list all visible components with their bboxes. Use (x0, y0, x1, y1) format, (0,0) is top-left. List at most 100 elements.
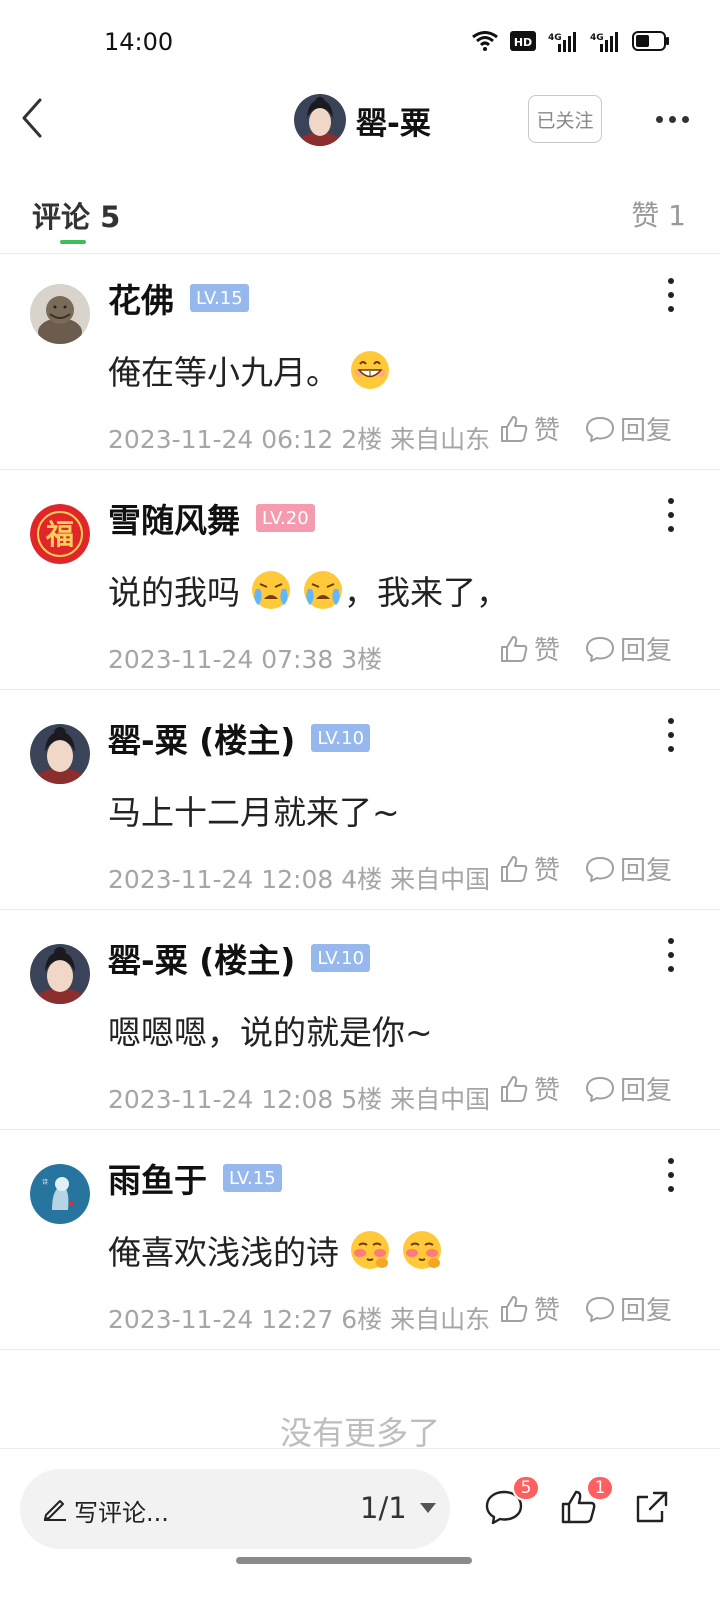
comment-text: 说的我吗 ，我来了， (108, 566, 509, 614)
comment-floor: 4楼 (341, 865, 383, 894)
like-label: 赞 (534, 1296, 561, 1326)
username[interactable]: 罂-粟 (楼主) (108, 934, 295, 982)
thumb-up-icon (501, 855, 528, 882)
status-icons: HD 4G 4G (472, 30, 670, 52)
comment-more-icon[interactable] (664, 278, 678, 312)
tab-likes-count: 1 (668, 199, 686, 232)
comment-more-icon[interactable] (664, 718, 678, 752)
bottom-bar: 写评论... 1/1 5 1 (0, 1448, 720, 1600)
comment-meta: 2023-11-24 06:12 2楼 来自山东 (108, 420, 490, 456)
page-indicator[interactable]: 1/1 (360, 1491, 407, 1525)
svg-text:4G: 4G (548, 33, 562, 43)
comment-location: 来自山东 (390, 1305, 491, 1334)
svg-text:4G: 4G (590, 33, 604, 43)
grin-emoji (351, 351, 389, 389)
shy-emoji (403, 1231, 441, 1269)
avatar[interactable]: 福 (30, 504, 90, 564)
crying-emoji (304, 571, 342, 609)
comment-date: 2023-11-24 07:38 (108, 645, 334, 674)
tab-likes-label: 赞 (631, 199, 660, 232)
level-badge: LV.10 (311, 944, 371, 972)
comment-body: 说的我吗 (108, 573, 240, 612)
username[interactable]: 罂-粟 (楼主) (108, 714, 295, 762)
like-button[interactable]: 赞 (498, 630, 561, 667)
comment-more-icon[interactable] (664, 1158, 678, 1192)
comment-body: 嗯嗯嗯，说的就是你~ (108, 1013, 433, 1052)
tab-comments[interactable]: 评论 5 (32, 194, 120, 236)
comment-text: 嗯嗯嗯，说的就是你~ (108, 1006, 433, 1054)
comment-location: 来自中国 (390, 1085, 491, 1114)
avatar[interactable] (30, 284, 90, 344)
thumb-up-icon (501, 1295, 528, 1322)
thumb-up-icon (501, 635, 528, 662)
tab-comments-label: 评论 (32, 200, 91, 234)
reply-button[interactable]: 回复 (584, 1290, 672, 1327)
comment-item: 罂-粟 (楼主) LV.10 马上十二月就来了~ 2023-11-24 12:0… (0, 690, 720, 910)
reply-label: 回复 (620, 1296, 673, 1326)
svg-text:诗: 诗 (42, 1178, 48, 1186)
like-count-badge: 1 (586, 1475, 614, 1501)
reply-label: 回复 (620, 856, 673, 886)
comment-more-icon[interactable] (664, 498, 678, 532)
like-button[interactable]: 赞 (498, 850, 561, 887)
comment-header: 罂-粟 (楼主) LV.10 (108, 714, 371, 762)
hd-icon: HD (510, 31, 536, 51)
avatar[interactable] (30, 724, 90, 784)
write-comment-box[interactable]: 写评论... 1/1 (20, 1469, 450, 1549)
thumb-up-icon (501, 415, 528, 442)
reply-button[interactable]: 回复 (584, 410, 672, 447)
home-indicator[interactable] (236, 1557, 472, 1564)
chevron-down-icon[interactable] (420, 1503, 436, 1513)
page-title: 罂-粟 (356, 105, 431, 142)
svg-text:HD: HD (514, 36, 532, 49)
reply-button[interactable]: 回复 (584, 630, 672, 667)
reply-button[interactable]: 回复 (584, 1070, 672, 1107)
status-bar: 14:00 HD 4G 4G (0, 0, 720, 88)
username[interactable]: 雨鱼于 (108, 1154, 207, 1202)
tab-likes[interactable]: 赞 1 (631, 194, 686, 234)
comment-floor: 5楼 (341, 1085, 383, 1114)
like-label: 赞 (534, 856, 561, 886)
signal-4g-icon: 4G (590, 32, 618, 52)
comment-more-icon[interactable] (664, 938, 678, 972)
reply-bubble-icon (586, 1076, 614, 1102)
username[interactable]: 雪随风舞 (108, 494, 240, 542)
avatar[interactable] (30, 944, 90, 1004)
comment-floor: 6楼 (341, 1305, 383, 1334)
status-time: 14:00 (104, 28, 174, 56)
username[interactable]: 花佛 (108, 274, 174, 322)
active-tab-indicator (60, 240, 86, 244)
like-button[interactable]: 赞 (498, 1070, 561, 1107)
more-dots-icon[interactable] (652, 102, 692, 136)
comment-header: 花佛 LV.15 (108, 274, 249, 322)
author-header[interactable]: 罂-粟 (294, 94, 431, 146)
tab-comments-count: 5 (100, 200, 121, 234)
reply-label: 回复 (620, 416, 673, 446)
signal-4g-icon: 4G (548, 32, 576, 52)
follow-button[interactable]: 已关注 (528, 95, 602, 143)
comment-body: 马上十二月就来了~ (108, 793, 400, 832)
comment-header: 雨鱼于 LV.15 (108, 1154, 282, 1202)
comment-date: 2023-11-24 06:12 (108, 425, 334, 454)
reply-button[interactable]: 回复 (584, 850, 672, 887)
comment-text: 马上十二月就来了~ (108, 786, 400, 834)
share-icon[interactable] (632, 1487, 672, 1527)
like-button[interactable]: 赞 (498, 1290, 561, 1327)
avatar[interactable]: 诗 (30, 1164, 90, 1224)
like-button[interactable]: 赞 (498, 410, 561, 447)
level-badge: LV.20 (256, 504, 315, 532)
comment-header: 罂-粟 (楼主) LV.10 (108, 934, 371, 982)
comment-item: 福 雪随风舞 LV.20 说的我吗 ，我来了， 2023-11-24 07:38… (0, 470, 720, 690)
reply-label: 回复 (620, 636, 673, 666)
top-nav: 罂-粟 已关注 (0, 88, 720, 152)
comment-item: 罂-粟 (楼主) LV.10 嗯嗯嗯，说的就是你~ 2023-11-24 12:… (0, 910, 720, 1130)
tab-bar: 评论 5 赞 1 (0, 190, 720, 254)
comment-text: 俺喜欢浅浅的诗 (108, 1226, 443, 1274)
battery-icon (632, 31, 669, 51)
reply-bubble-icon (586, 856, 614, 882)
level-badge: LV.10 (311, 724, 371, 752)
comment-meta: 2023-11-24 12:08 5楼 来自中国 (108, 1080, 490, 1116)
level-badge: LV.15 (190, 284, 249, 312)
back-arrow-icon[interactable] (18, 96, 48, 140)
shy-emoji (351, 1231, 389, 1269)
